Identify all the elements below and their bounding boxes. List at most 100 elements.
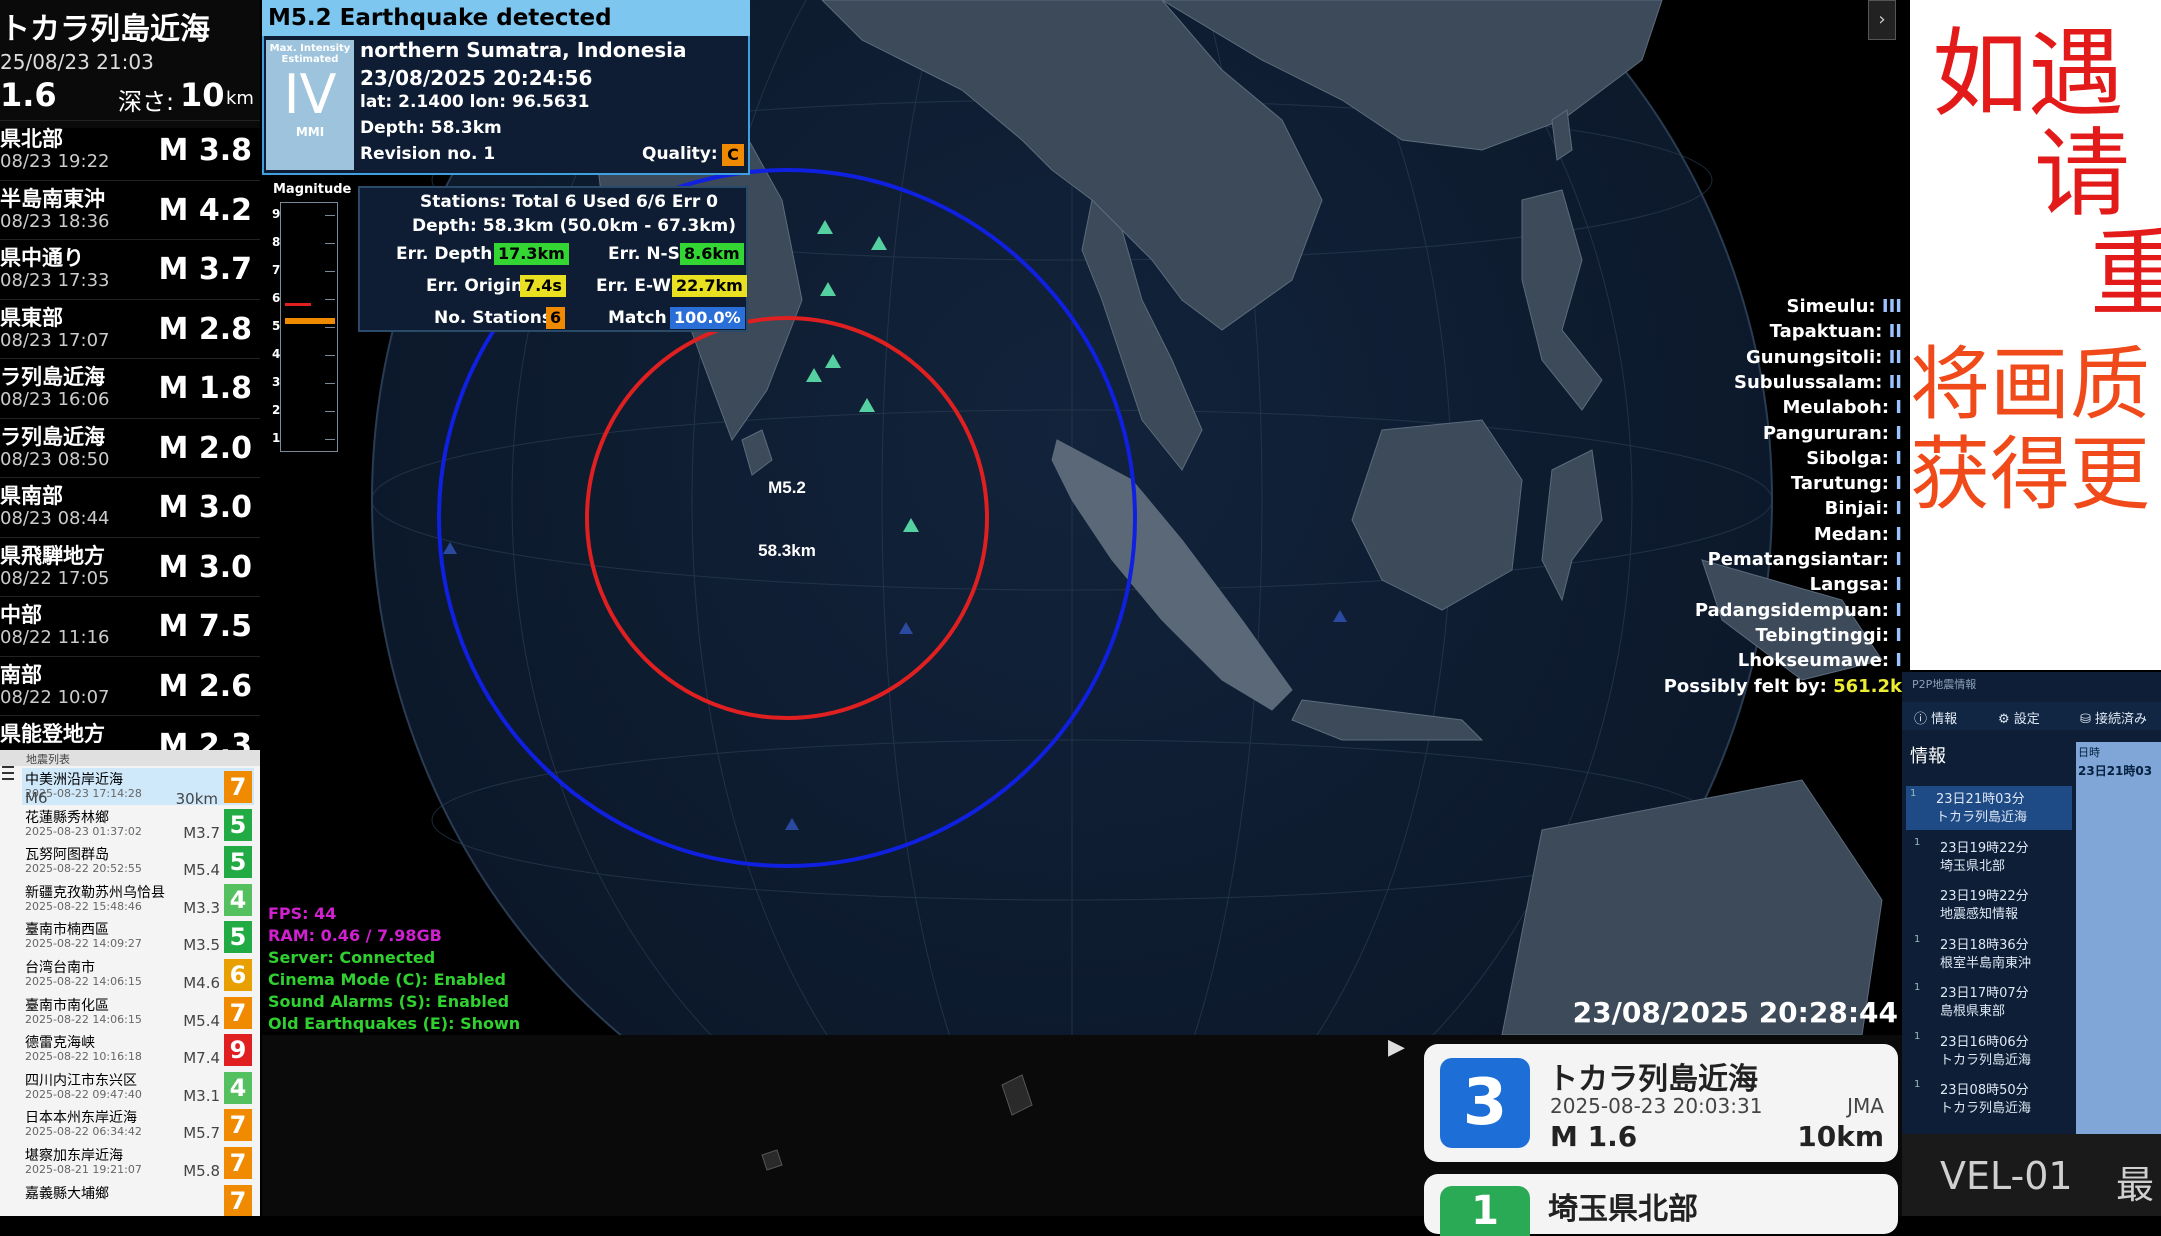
small-list-item[interactable]: 臺南市楠西區 2025-08-22 14:09:27 M3.5 5 [22, 918, 254, 955]
small-list-item[interactable]: 臺南市南化區 2025-08-22 14:06:15 M5.4 7 [22, 994, 254, 1031]
item-time: 2025-08-22 14:06:15 [25, 1012, 142, 1026]
scale-tick [325, 215, 335, 216]
quake-magnitude: M 2.0 [158, 430, 252, 466]
info-tab-bar: ⓘ 情報 ⚙ 設定 ⛁ 接続済み [1902, 702, 2161, 730]
info-item-num: 1 [1910, 788, 1917, 799]
item-magnitude: M3.3 [183, 898, 220, 917]
quake-list-item[interactable]: 県東部 08/23 17:07 M 2.8 [0, 298, 260, 358]
card-magnitude: M 1.6 [1550, 1120, 1638, 1153]
station-level: III [1881, 296, 1902, 317]
quake-magnitude: M 1.8 [158, 371, 252, 406]
latest-depth-label: 深さ: [118, 88, 175, 116]
small-list-item[interactable]: 台湾台南市 2025-08-22 14:06:15 M4.6 6 [22, 956, 254, 993]
item-time: 2025-08-22 15:48:46 [25, 899, 142, 913]
quake-card-1[interactable]: 3 トカラ列島近海 2025-08-23 20:03:31 JMA M 1.6 … [1424, 1044, 1898, 1162]
small-list-item[interactable]: 新疆克孜勒苏州乌恰县 2025-08-22 15:48:46 M3.3 4 [22, 881, 254, 918]
small-list-item[interactable]: 德雷克海峡 2025-08-22 10:16:18 M7.4 9 [22, 1031, 254, 1068]
station-name: Sibolga: [1806, 447, 1890, 469]
felt-station: Meulaboh: I [1783, 397, 1903, 418]
item-time: 2025-08-22 14:09:27 [25, 937, 142, 951]
item-magnitude: M3.7 [183, 823, 220, 842]
scale-tick-label: 3 [272, 375, 281, 389]
quake-list-item[interactable]: 県飛騨地方 08/22 17:05 M 3.0 [0, 536, 260, 596]
det-depth: Depth: 58.3km [360, 118, 502, 138]
small-list-item[interactable]: 中美洲沿岸近海 2025-08-23 17:14:28 M6 30km 7 [22, 768, 254, 808]
item-intensity-badge: 7 [224, 771, 252, 803]
quake-list-item[interactable]: 県北部 08/23 19:22 M 3.8 [0, 120, 260, 179]
map-depth-label: 58.3km [758, 541, 816, 560]
quake-list-item[interactable]: ラ列島近海 08/23 08:50 M 2.0 [0, 417, 260, 477]
info-list-item[interactable]: 23日19時22分 地震感知情報 [1910, 883, 2110, 927]
tab-connected[interactable]: ⛁ 接続済み [2080, 708, 2147, 727]
small-list-item[interactable]: 四川内江市东兴区 2025-08-22 09:47:40 M3.1 4 [22, 1069, 254, 1106]
small-quake-list: 地震列表 中美洲沿岸近海 2025-08-23 17:14:28 M6 30km 7 花蓮… [0, 750, 260, 1216]
collapse-toggle-button[interactable]: › [1868, 0, 1896, 40]
info-list-item[interactable]: 1 23日21時03分 トカラ列島近海 [1906, 786, 2072, 830]
item-magnitude: M5.8 [183, 1162, 220, 1180]
station-level: I [1895, 422, 1902, 444]
quake-time: 08/23 18:36 [0, 210, 110, 232]
debug-cinema: Cinema Mode (C): Enabled [268, 970, 506, 989]
p2p-info-panel: P2P地震情報 ⓘ 情報 ⚙ 設定 ⛁ 接続済み 情報 日時 23日21時03 … [1902, 672, 2161, 1134]
small-list-item[interactable]: 瓦努阿图群岛 2025-08-22 20:52:55 M5.4 5 [22, 843, 254, 880]
info-heading: 情報 [1910, 746, 1946, 767]
small-list-item[interactable]: 日本本州东岸近海 2025-08-22 06:34:42 M5.7 7 [22, 1106, 254, 1143]
felt-station: Pematangsiantar: I [1708, 549, 1902, 570]
card-region: 埼玉県北部 [1548, 1192, 1698, 1227]
quake-time: 08/23 08:44 [0, 508, 110, 529]
station-name: Padangsidempuan: [1694, 599, 1890, 621]
station-name: Tapaktuan: [1769, 321, 1883, 343]
item-region: 四川内江市东兴区 [25, 1072, 137, 1089]
quake-list-item[interactable]: 中部 08/22 11:16 M 7.5 [0, 596, 260, 655]
item-region: 瓦努阿图群岛 [25, 847, 109, 864]
scale-tick [325, 383, 335, 384]
info-list-item[interactable]: 1 23日19時22分 埼玉県北部 [1910, 835, 2110, 879]
scale-tick [325, 299, 335, 300]
quake-card-2[interactable]: 1 埼玉県北部 [1424, 1174, 1898, 1236]
item-intensity-badge: 7 [224, 1184, 252, 1216]
info-item-time: 23日08時50分 [1940, 1083, 2029, 1098]
info-list-item[interactable]: 1 23日17時07分 島根県東部 [1910, 980, 2110, 1024]
detection-title: M5.2 Earthquake detected [262, 0, 750, 36]
num-stations-badge: 6 [546, 307, 566, 329]
quake-magnitude: M 2.8 [158, 311, 252, 347]
footer-bar: VEL-01 最 [1902, 1134, 2161, 1216]
latest-depth-value: 10 [180, 76, 225, 114]
quake-list-item[interactable]: 県中通り 08/23 17:33 M 3.7 [0, 239, 260, 298]
station-name: Langsa: [1809, 574, 1890, 596]
quake-region: 半島南東沖 [0, 186, 105, 211]
small-list-item[interactable]: 花蓮縣秀林鄉 2025-08-23 01:37:02 M3.7 5 [22, 806, 254, 843]
tab-info[interactable]: ⓘ 情報 [1914, 708, 1957, 727]
quake-list-item[interactable]: 県能登地方 M 2.3 [0, 715, 260, 750]
quake-list-item[interactable]: ラ列島近海 08/23 16:06 M 1.8 [0, 358, 260, 417]
item-magnitude: M3.1 [183, 1086, 220, 1105]
felt-station: Gunungsitoli: II [1746, 347, 1902, 368]
item-region: 臺南市南化區 [25, 997, 109, 1014]
small-list-item[interactable]: 嘉義縣大埔鄉 7 [22, 1182, 254, 1216]
small-list-item[interactable]: 堪察加东岸近海 2025-08-21 19:21:07 M5.8 7 [22, 1144, 254, 1181]
quake-list-item[interactable]: 半島南東沖 08/23 18:36 M 4.2 [0, 179, 260, 239]
card-datetime: 2025-08-23 20:03:31 [1550, 1094, 1763, 1118]
det-datetime: 23/08/2025 20:24:56 [360, 66, 593, 90]
tab-settings[interactable]: ⚙ 設定 [1998, 708, 2040, 727]
station-name: Tebingtinggi: [1755, 624, 1890, 646]
info-list-item[interactable]: 1 23日16時06分 トカラ列島近海 [1910, 1029, 2110, 1073]
info-list-item[interactable]: 1 23日08時50分 トカラ列島近海 [1910, 1077, 2110, 1121]
item-intensity-badge: 9 [224, 1034, 252, 1067]
quake-region: ラ列島近海 [0, 365, 105, 389]
felt-stations-list: Simeulu: III Tapaktuan: II Gunungsitoli: I… [1640, 296, 1902, 706]
info-item-desc: トカラ列島近海 [1936, 810, 2028, 825]
felt-station: Simeulu: III [1787, 296, 1902, 317]
play-icon[interactable]: ▶ [1388, 1035, 1412, 1065]
station-level: I [1895, 397, 1902, 419]
debug-fps: FPS: 44 [268, 904, 337, 923]
latest-quake-header[interactable]: トカラ列島近海 25/08/23 21:03 1.6 深さ: 10 km [0, 0, 260, 128]
felt-station: Langsa: I [1810, 574, 1902, 595]
scale-tick-label: 5 [272, 319, 281, 333]
quake-list-item[interactable]: 県南部 08/23 08:44 M 3.0 [0, 477, 260, 536]
footer-label-2: 最 [2116, 1163, 2155, 1207]
info-item-desc: トカラ列島近海 [1940, 1101, 2032, 1116]
list-menu-icon[interactable] [0, 758, 16, 788]
quake-list-item[interactable]: 南部 08/22 10:07 M 2.6 [0, 655, 260, 715]
info-list-item[interactable]: 1 23日18時36分 根室半島南東沖 [1910, 932, 2110, 976]
